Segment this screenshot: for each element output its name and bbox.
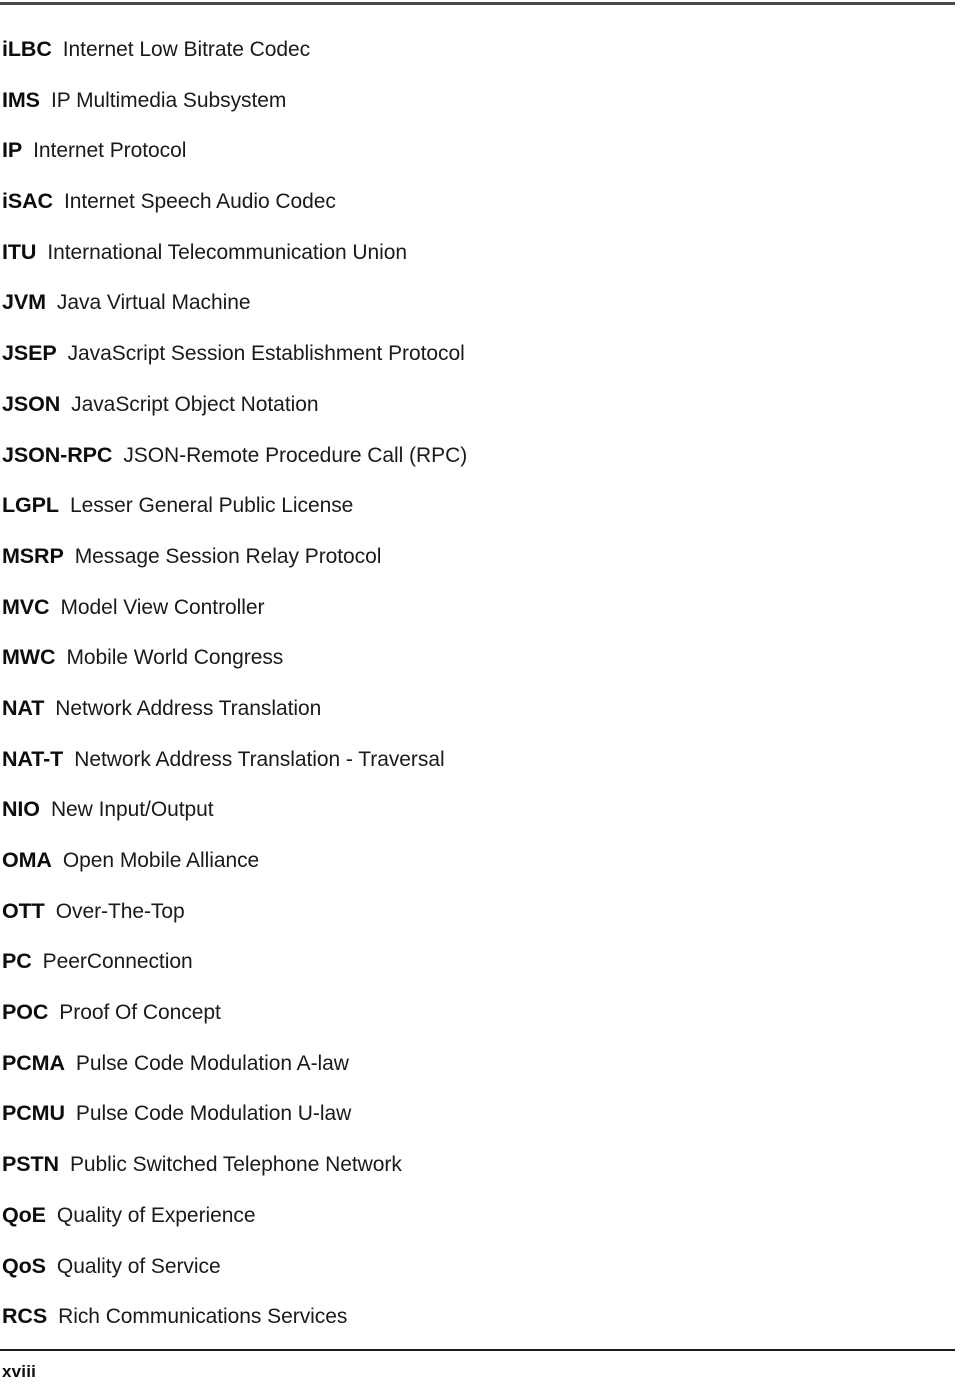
glossary-entry: PCMA Pulse Code Modulation A-law <box>2 1050 952 1101</box>
abbreviation-definition: IP Multimedia Subsystem <box>50 88 287 112</box>
abbreviation-term: RCS <box>2 1304 48 1329</box>
glossary-entry: QoE Quality of Experience <box>2 1202 952 1253</box>
abbreviation-term: PCMA <box>2 1050 65 1075</box>
header-rule <box>0 2 955 5</box>
abbreviation-term: PC <box>2 949 32 974</box>
abbreviation-definition: Public Switched Telephone Network <box>69 1153 402 1177</box>
abbreviation-term: iSAC <box>2 189 53 214</box>
abbreviation-term: PSTN <box>2 1152 59 1177</box>
document-page: iLBC Internet Low Bitrate Codec IMS IP Mult… <box>0 0 960 1388</box>
abbreviation-term: MVC <box>2 594 50 619</box>
footer-rule <box>0 1349 955 1351</box>
abbreviation-definition: Rich Communications Services <box>58 1305 348 1329</box>
glossary-entry: NIO New Input/Output <box>2 796 952 847</box>
abbreviation-term: JSON-RPC <box>2 442 113 467</box>
abbreviation-definition: Open Mobile Alliance <box>62 849 260 872</box>
glossary-entry: JSON JavaScript Object Notation <box>2 391 952 442</box>
abbreviation-term: NAT-T <box>2 746 64 771</box>
abbreviation-definition: Internet Protocol <box>33 139 187 163</box>
abbreviation-term: NIO <box>2 797 40 822</box>
abbreviations-list: iLBC Internet Low Bitrate Codec IMS IP Mult… <box>2 36 952 1354</box>
abbreviation-definition: Pulse Code Modulation A-law <box>75 1051 349 1075</box>
abbreviation-definition: International Telecommunication Union <box>47 240 407 264</box>
abbreviation-definition: Java Virtual Machine <box>56 291 251 315</box>
abbreviation-term: OMA <box>2 848 52 872</box>
glossary-entry: OTT Over-The-Top <box>2 898 952 949</box>
glossary-entry: OMA Open Mobile Alliance <box>2 847 952 898</box>
abbreviation-definition: Network Address Translation <box>55 696 322 720</box>
abbreviation-term: ITU <box>2 239 37 264</box>
abbreviation-definition: Network Address Translation - Traversal <box>74 747 445 771</box>
abbreviation-term: MWC <box>2 645 56 670</box>
glossary-entry: IP Internet Protocol <box>2 137 952 188</box>
abbreviation-term: LGPL <box>2 493 59 518</box>
glossary-entry: iLBC Internet Low Bitrate Codec <box>2 36 952 87</box>
glossary-entry: IMS IP Multimedia Subsystem <box>2 87 952 138</box>
abbreviation-definition: New Input/Output <box>50 798 214 822</box>
abbreviation-definition: Quality of Experience <box>56 1203 256 1227</box>
abbreviation-definition: Pulse Code Modulation U-law <box>75 1102 352 1126</box>
abbreviation-definition: Internet Low Bitrate Codec <box>62 38 311 61</box>
abbreviation-definition: Proof Of Concept <box>59 1001 221 1025</box>
glossary-entry: LGPL Lesser General Public License <box>2 492 952 543</box>
abbreviation-definition: Internet Speech Audio Codec <box>63 190 336 214</box>
glossary-entry: PC PeerConnection <box>2 948 952 999</box>
abbreviation-term: QoE <box>2 1202 46 1227</box>
abbreviation-definition: Quality of Service <box>56 1254 221 1278</box>
glossary-entry: QoS Quality of Service <box>2 1253 952 1304</box>
glossary-entry: PCMU Pulse Code Modulation U-law <box>2 1100 952 1151</box>
abbreviation-definition: Model View Controller <box>60 595 265 619</box>
glossary-entry: ITU International Telecommunication Union <box>2 239 952 290</box>
abbreviation-term: PCMU <box>2 1101 65 1126</box>
abbreviation-term: NAT <box>2 695 45 720</box>
page-number: xviii <box>2 1362 37 1381</box>
glossary-entry: iSAC Internet Speech Audio Codec <box>2 188 952 239</box>
abbreviation-term: JSON <box>2 391 61 416</box>
abbreviation-definition: Message Session Relay Protocol <box>74 544 382 568</box>
glossary-entry: RCS Rich Communications Services <box>2 1303 952 1354</box>
abbreviation-term: IP <box>2 138 23 163</box>
glossary-entry: MVC Model View Controller <box>2 594 952 645</box>
abbreviation-definition: Mobile World Congress <box>66 646 284 670</box>
abbreviation-definition: Over-The-Top <box>55 899 185 923</box>
abbreviation-definition: JavaScript Session Establishment Protoco… <box>67 342 465 366</box>
glossary-entry: JVM Java Virtual Machine <box>2 289 952 340</box>
abbreviation-term: JVM <box>2 290 46 315</box>
abbreviation-term: JSEP <box>2 341 57 366</box>
abbreviation-definition: JSON-Remote Procedure Call (RPC) <box>123 443 468 467</box>
abbreviation-definition: PeerConnection <box>42 950 193 974</box>
abbreviation-definition: JavaScript Object Notation <box>71 392 319 416</box>
glossary-entry: MSRP Message Session Relay Protocol <box>2 543 952 594</box>
glossary-entry: JSON-RPC JSON-Remote Procedure Call (RPC) <box>2 442 952 493</box>
abbreviation-term: POC <box>2 1000 49 1025</box>
abbreviation-term: iLBC <box>2 37 52 61</box>
glossary-entry: NAT Network Address Translation <box>2 695 952 746</box>
abbreviation-term: QoS <box>2 1253 46 1278</box>
abbreviation-term: MSRP <box>2 543 64 568</box>
glossary-entry: MWC Mobile World Congress <box>2 644 952 695</box>
abbreviation-definition: Lesser General Public License <box>69 494 354 518</box>
glossary-entry: POC Proof Of Concept <box>2 999 952 1050</box>
glossary-entry: JSEP JavaScript Session Establishment Pro… <box>2 340 952 391</box>
glossary-entry: NAT-T Network Address Translation - Trave… <box>2 746 952 797</box>
glossary-entry: PSTN Public Switched Telephone Network <box>2 1151 952 1202</box>
abbreviation-term: OTT <box>2 898 45 923</box>
abbreviation-term: IMS <box>2 87 40 112</box>
